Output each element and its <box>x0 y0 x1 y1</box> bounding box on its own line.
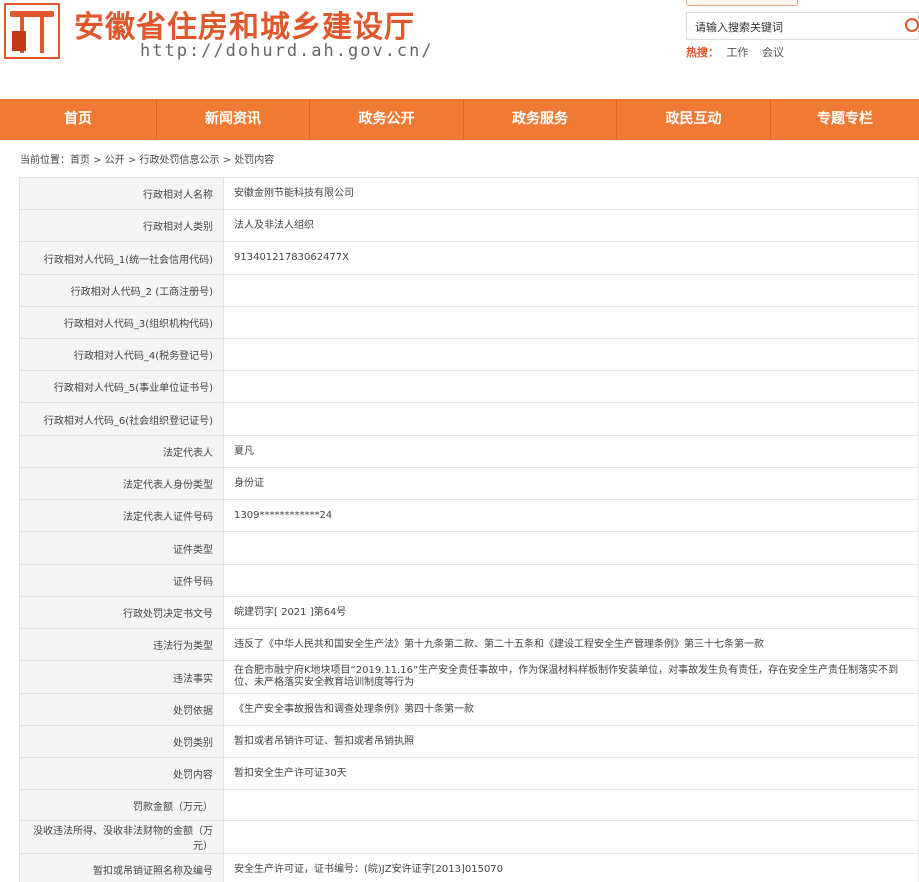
table-row: 行政相对人代码_6(社会组织登记证号) <box>19 402 919 436</box>
breadcrumb-item[interactable]: 首页 <box>70 155 90 166</box>
table-row: 没收违法所得、没收非法财物的金额（万元） <box>19 820 919 854</box>
row-label: 行政相对人代码_2 (工商注册号) <box>19 274 224 307</box>
row-label: 行政处罚决定书文号 <box>19 596 224 629</box>
row-label: 违法事实 <box>19 660 224 694</box>
table-row: 行政相对人代码_3(组织机构代码) <box>19 306 919 339</box>
hot-search-label: 热搜： <box>686 46 719 59</box>
search-box <box>686 12 919 40</box>
row-label: 证件类型 <box>19 531 224 565</box>
row-value: 身份证 <box>223 467 919 500</box>
row-label: 处罚依据 <box>19 693 224 726</box>
table-row: 行政相对人类别 法人及非法人组织 <box>19 209 919 242</box>
row-value: 违反了《中华人民共和国安全生产法》第十九条第二款、第二十五条和《建设工程安全生产… <box>223 628 919 661</box>
row-label: 行政相对人类别 <box>19 209 224 242</box>
breadcrumb-separator: > <box>124 155 140 166</box>
table-row: 处罚内容 暂扣安全生产许可证30天 <box>19 757 919 790</box>
table-row: 处罚类别 暂扣或者吊销许可证、暂扣或者吊销执照 <box>19 725 919 758</box>
row-value <box>223 402 919 436</box>
row-label: 处罚内容 <box>19 757 224 790</box>
table-row: 行政相对人代码_2 (工商注册号) <box>19 274 919 307</box>
row-label: 法定代表人 <box>19 435 224 468</box>
table-row: 行政相对人代码_5(事业单位证书号) <box>19 370 919 403</box>
breadcrumb-item[interactable]: 公开 <box>105 155 125 166</box>
site-title[interactable]: 安徽省住房和城乡建设厅 <box>74 2 415 46</box>
table-row: 证件号码 <box>19 564 919 597</box>
row-value: 夏凡 <box>223 435 919 468</box>
logo-pillar-shape <box>40 17 44 53</box>
table-row: 暂扣或吊销证照名称及编号 安全生产许可证，证书编号：(皖)JZ安许证字[2013]… <box>19 853 919 882</box>
row-label: 没收违法所得、没收非法财物的金额（万元） <box>19 820 224 854</box>
row-value: 在合肥市融宁府K地块项目“2019.11.16”生产安全责任事故中，作为保温材料… <box>223 660 919 694</box>
nav-item-interaction[interactable]: 政民互动 <box>617 99 771 140</box>
row-value: 91340121783062477X <box>223 241 919 275</box>
row-label: 处罚类别 <box>19 725 224 758</box>
row-label: 行政相对人名称 <box>19 177 224 210</box>
table-row: 法定代表人 夏凡 <box>19 435 919 468</box>
breadcrumb-prefix: 当前位置： <box>20 155 70 166</box>
nav-item-topics[interactable]: 专题专栏 <box>771 99 919 140</box>
table-row: 行政处罚决定书文号 皖建罚字[ 2021 ]第64号 <box>19 596 919 629</box>
row-value: 《生产安全事故报告和调查处理条例》第四十条第一款 <box>223 693 919 726</box>
breadcrumb: 当前位置：首页 > 公开 > 行政处罚信息公示 > 处罚内容 <box>20 151 274 166</box>
hot-search-item[interactable]: 工作 <box>727 46 749 59</box>
row-label: 违法行为类型 <box>19 628 224 661</box>
table-row: 处罚依据 《生产安全事故报告和调查处理条例》第四十条第一款 <box>19 693 919 726</box>
table-row: 违法行为类型 违反了《中华人民共和国安全生产法》第十九条第二款、第二十五条和《建设… <box>19 628 919 661</box>
top-badge[interactable] <box>686 0 798 6</box>
breadcrumb-item[interactable]: 行政处罚信息公示 <box>140 155 220 166</box>
row-value: 暂扣或者吊销许可证、暂扣或者吊销执照 <box>223 725 919 758</box>
nav-item-home[interactable]: 首页 <box>0 99 157 140</box>
search-input[interactable] <box>695 18 895 36</box>
table-row: 法定代表人身份类型 身份证 <box>19 467 919 500</box>
row-label: 证件号码 <box>19 564 224 597</box>
row-value: 1309************24 <box>223 499 919 532</box>
row-value <box>223 274 919 307</box>
table-row: 行政相对人代码_4(税务登记号) <box>19 338 919 371</box>
table-row: 行政相对人名称 安徽金刚节能科技有限公司 <box>19 177 919 210</box>
row-label: 行政相对人代码_4(税务登记号) <box>19 338 224 371</box>
site-header: 安徽省住房和城乡建设厅 http://dohurd.ah.gov.cn/ 热搜：… <box>0 0 919 98</box>
row-value <box>223 338 919 371</box>
logo-seal-icon <box>12 31 26 51</box>
table-row: 行政相对人代码_1(统一社会信用代码) 91340121783062477X <box>19 241 919 275</box>
page: 安徽省住房和城乡建设厅 http://dohurd.ah.gov.cn/ 热搜：… <box>0 0 919 882</box>
table-row: 证件类型 <box>19 531 919 565</box>
search-icon[interactable] <box>905 18 919 32</box>
breadcrumb-current: 处罚内容 <box>234 155 275 166</box>
row-value: 暂扣安全生产许可证30天 <box>223 757 919 790</box>
site-logo[interactable] <box>4 3 60 59</box>
row-value <box>223 564 919 597</box>
hot-search-item[interactable]: 会议 <box>762 46 784 59</box>
table-row: 罚款金额（万元） <box>19 789 919 821</box>
row-value: 法人及非法人组织 <box>223 209 919 242</box>
row-value <box>223 306 919 339</box>
breadcrumb-separator: > <box>90 155 105 166</box>
table-row: 法定代表人证件号码 1309************24 <box>19 499 919 532</box>
penalty-info-table: 行政相对人名称 安徽金刚节能科技有限公司 行政相对人类别 法人及非法人组织 行政相对… <box>19 177 919 882</box>
row-value <box>223 531 919 565</box>
logo-roof-shape <box>10 11 54 17</box>
row-value <box>223 370 919 403</box>
row-value: 皖建罚字[ 2021 ]第64号 <box>223 596 919 629</box>
row-value: 安全生产许可证，证书编号：(皖)JZ安许证字[2013]015070 <box>223 853 919 882</box>
site-url: http://dohurd.ah.gov.cn/ <box>140 41 434 61</box>
nav-item-gov-affairs[interactable]: 政务公开 <box>310 99 464 140</box>
breadcrumb-separator: > <box>219 155 235 166</box>
table-row: 违法事实 在合肥市融宁府K地块项目“2019.11.16”生产安全责任事故中，作为… <box>19 660 919 694</box>
row-label: 行政相对人代码_1(统一社会信用代码) <box>19 241 224 275</box>
nav-item-news[interactable]: 新闻资讯 <box>157 99 310 140</box>
row-label: 暂扣或吊销证照名称及编号 <box>19 853 224 882</box>
row-value <box>223 789 919 821</box>
row-label: 行政相对人代码_6(社会组织登记证号) <box>19 402 224 436</box>
row-value: 安徽金刚节能科技有限公司 <box>223 177 919 210</box>
row-value <box>223 820 919 854</box>
row-label: 罚款金额（万元） <box>19 789 224 821</box>
main-nav: 首页 新闻资讯 政务公开 政务服务 政民互动 专题专栏 <box>0 99 919 140</box>
row-label: 行政相对人代码_3(组织机构代码) <box>19 306 224 339</box>
nav-item-gov-services[interactable]: 政务服务 <box>464 99 617 140</box>
row-label: 法定代表人证件号码 <box>19 499 224 532</box>
row-label: 法定代表人身份类型 <box>19 467 224 500</box>
hot-search: 热搜： 工作 会议 <box>686 44 790 60</box>
row-label: 行政相对人代码_5(事业单位证书号) <box>19 370 224 403</box>
